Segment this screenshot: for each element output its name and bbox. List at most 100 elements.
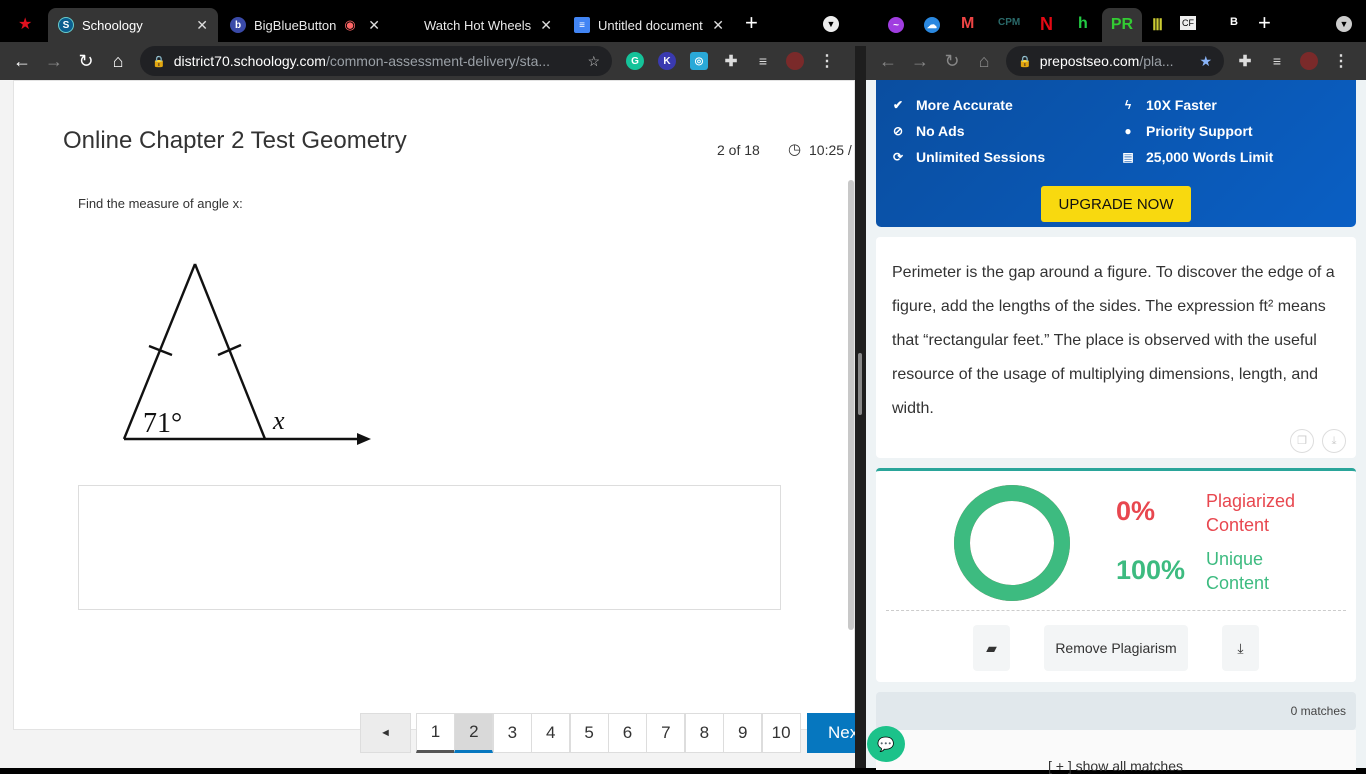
media-control-icon[interactable]: ≡ <box>1268 52 1286 70</box>
cpm-icon[interactable]: CPM <box>998 17 1020 28</box>
bookmark-star-icon[interactable]: ☆ <box>587 53 600 70</box>
close-icon[interactable]: ✕ <box>712 17 724 34</box>
upgrade-now-button[interactable]: UPGRADE NOW <box>1041 186 1191 222</box>
extensions-icon[interactable]: ✚ <box>722 52 740 70</box>
recording-icon: ◉ <box>344 17 356 32</box>
close-icon[interactable]: ✕ <box>540 17 552 34</box>
new-tab-button[interactable]: + <box>1258 10 1271 36</box>
lock-icon: 🔒 <box>152 55 166 68</box>
book-icon-button[interactable]: ▰ <box>973 625 1010 671</box>
chat-button[interactable]: 💬 <box>867 726 905 762</box>
tab-schoology[interactable]: S Schoology ✕ <box>48 8 218 42</box>
right-tab-strip: ~ ☁ M CPM N h PR Ⅲ CF B + ▼ <box>866 0 1366 46</box>
docs-icon: ≡ <box>574 17 590 33</box>
divider-handle[interactable] <box>858 353 862 415</box>
ban-icon: ⊘ <box>892 124 904 138</box>
page-3-button[interactable]: 3 <box>492 713 532 753</box>
split-divider[interactable] <box>855 46 866 768</box>
page-10-button[interactable]: 10 <box>761 713 801 753</box>
chat-icon: 💬 <box>877 736 895 752</box>
triangle-figure: 71° x <box>122 263 371 445</box>
answer-input[interactable] <box>78 485 781 610</box>
screencastify-icon[interactable]: ◎ <box>690 52 708 70</box>
page-title: Online Chapter 2 Test Geometry <box>63 127 407 154</box>
tab-bigbluebutton[interactable]: b BigBlueButton ◉ ✕ <box>220 8 390 42</box>
h-icon[interactable]: h <box>1078 15 1088 33</box>
url-host: district70.schoology.com <box>173 53 326 69</box>
address-bar[interactable]: 🔒 prepostseo.com/pla... ★ <box>1006 46 1224 76</box>
tab-icon[interactable]: CF <box>1180 16 1196 30</box>
tab-icon[interactable]: B <box>1230 16 1238 28</box>
matches-bar: 0 matches <box>876 692 1356 730</box>
bookmark-star-icon[interactable]: ★ <box>1199 53 1212 70</box>
download-icon[interactable]: ⤓ <box>1322 429 1346 453</box>
tab-prepostseo[interactable]: PR <box>1102 8 1142 46</box>
tab-icon[interactable]: Ⅲ <box>1152 15 1163 35</box>
tab-untitled-document[interactable]: ≡ Untitled document ✕ <box>564 8 734 42</box>
page-2-button[interactable]: 2 <box>454 713 494 753</box>
media-control-icon[interactable]: ≡ <box>754 52 772 70</box>
home-icon[interactable]: ⌂ <box>102 51 134 72</box>
extensions-icon[interactable]: ✚ <box>1236 52 1254 70</box>
netflix-icon[interactable]: N <box>1040 14 1053 35</box>
scrollbar[interactable] <box>848 180 854 630</box>
show-all-matches-link[interactable]: [ + ] show all matches <box>1048 758 1183 774</box>
tab-hot-wheels[interactable]: Watch Hot Wheels ✕ <box>392 8 562 42</box>
clock-icon: ◷ <box>788 141 802 158</box>
lock-icon: 🔒 <box>1018 55 1032 68</box>
page-8-button[interactable]: 8 <box>684 713 724 753</box>
page-9-button[interactable]: 9 <box>723 713 763 753</box>
remove-plagiarism-button[interactable]: Remove Plagiarism <box>1044 625 1188 671</box>
plagiarized-percent: 0% <box>1116 496 1156 526</box>
tab-label: BigBlueButton <box>254 17 337 33</box>
menu-icon[interactable]: ⋮ <box>818 52 836 70</box>
result-text-card: Perimeter is the gap around a figure. To… <box>876 237 1356 458</box>
forward-icon[interactable]: → <box>38 51 70 72</box>
bolt-icon: ϟ <box>1124 98 1132 112</box>
reload-icon[interactable]: ↻ <box>936 51 968 72</box>
grammarly-icon[interactable]: G <box>626 52 644 70</box>
gmail-icon[interactable]: M <box>961 15 974 33</box>
close-icon[interactable]: ✕ <box>368 17 380 34</box>
right-toolbar: ← → ↻ ⌂ 🔒 prepostseo.com/pla... ★ ✚ ≡ ⋮ <box>866 42 1366 80</box>
bigbluebutton-icon: b <box>230 17 246 33</box>
prepostseo-page: ✔ More Accurate ⊘ No Ads ⟳ Unlimited Sessio… <box>866 80 1366 774</box>
page-1-button[interactable]: 1 <box>416 713 455 753</box>
timer: 10:25 / <box>809 142 852 158</box>
menu-icon[interactable]: ⋮ <box>1332 52 1350 70</box>
left-tab-strip: ★ S Schoology ✕ b BigBlueButton ◉ ✕ Watc… <box>0 0 866 46</box>
previous-button[interactable]: ◄ <box>360 713 411 753</box>
checked-text: Perimeter is the gap around a figure. To… <box>892 264 1335 417</box>
profile-avatar[interactable] <box>786 52 804 70</box>
tab-search-icon[interactable]: ▼ <box>823 16 839 32</box>
home-icon[interactable]: ⌂ <box>968 51 1000 72</box>
page-7-button[interactable]: 7 <box>646 713 686 753</box>
back-icon[interactable]: ← <box>6 51 38 72</box>
users-icon: ● <box>1124 124 1132 138</box>
new-tab-button[interactable]: + <box>745 10 758 36</box>
download-report-button[interactable]: ⤓ <box>1222 625 1259 671</box>
pinned-tab-icon[interactable]: ★ <box>18 14 32 34</box>
divider <box>886 610 1346 611</box>
matches-list: [ + ] show all matches <box>876 730 1356 774</box>
address-bar[interactable]: 🔒 district70.schoology.com/common-assess… <box>140 46 612 76</box>
feature-label: 10X Faster <box>1146 97 1217 113</box>
unique-percent: 100% <box>1116 555 1186 585</box>
unique-donut-chart <box>954 485 1070 601</box>
forward-icon[interactable]: → <box>904 51 936 72</box>
reload-icon[interactable]: ↻ <box>70 51 102 72</box>
copy-icon[interactable]: ❐ <box>1290 429 1314 453</box>
left-toolbar: ← → ↻ ⌂ 🔒 district70.schoology.com/commo… <box>0 42 866 80</box>
page-5-button[interactable]: 5 <box>569 713 609 753</box>
tab-search-icon[interactable]: ▼ <box>1336 16 1352 32</box>
messenger-icon[interactable]: ~ <box>888 17 904 33</box>
profile-avatar[interactable] <box>1300 52 1318 70</box>
close-icon[interactable]: ✕ <box>196 17 208 34</box>
back-icon[interactable]: ← <box>872 51 904 72</box>
page-4-button[interactable]: 4 <box>531 713 571 753</box>
cloud-icon[interactable]: ☁ <box>924 17 940 33</box>
page-6-button[interactable]: 6 <box>608 713 647 753</box>
url-path: /pla... <box>1139 53 1174 69</box>
feature-label: Unlimited Sessions <box>916 149 1046 165</box>
kami-icon[interactable]: K <box>658 52 676 70</box>
